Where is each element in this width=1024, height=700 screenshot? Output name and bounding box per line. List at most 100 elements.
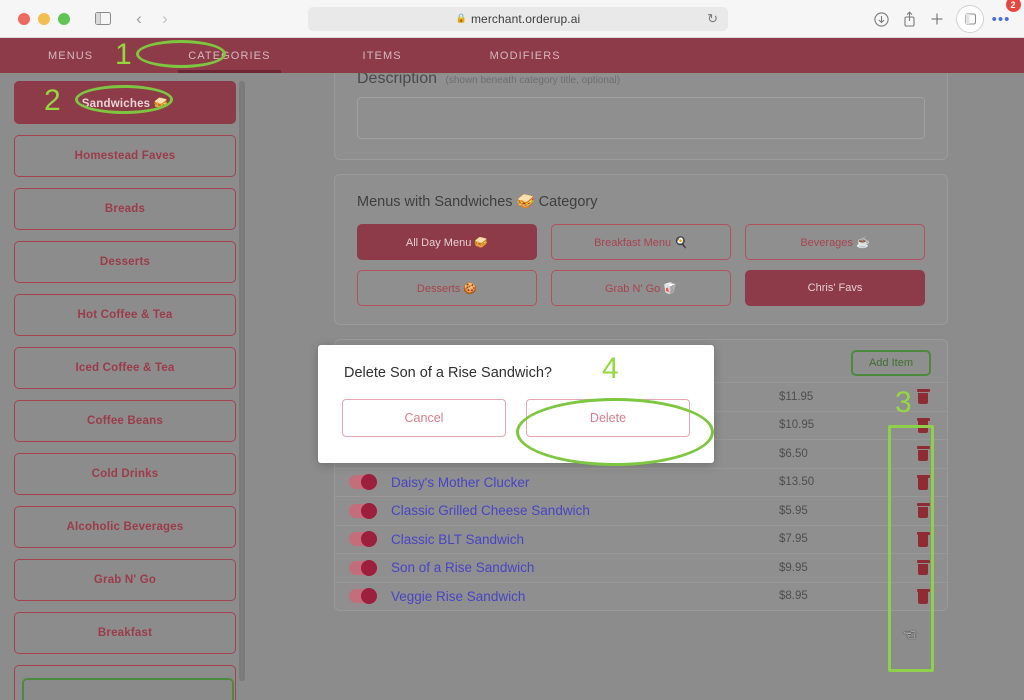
item-delete-cell[interactable] [899, 446, 947, 462]
dialog-title: Delete Son of a Rise Sandwich? [344, 365, 552, 381]
menu-toggle-desserts[interactable]: Desserts 🍪 [357, 270, 537, 306]
app-navigation-bar: MENUS CATEGORIES ITEMS MODIFIERS [0, 38, 1024, 73]
category-sidebar: Sandwiches 🥪 Homestead Faves Breads Dess… [0, 73, 250, 700]
item-price: $8.95 [779, 590, 808, 603]
description-card: Description (shown beneath category titl… [334, 73, 948, 160]
menus-card: Menus with Sandwiches 🥪 Category All Day… [334, 174, 948, 325]
sidebar-category-cold-drinks[interactable]: Cold Drinks [14, 453, 236, 495]
item-price: $6.50 [779, 447, 808, 460]
url-text: merchant.orderup.ai [470, 12, 581, 26]
back-arrow-icon[interactable]: ‹ [126, 6, 152, 32]
trash-icon[interactable] [916, 474, 930, 490]
menu-toggle-all-day-menu[interactable]: All Day Menu 🥪 [357, 224, 537, 260]
item-enable-toggle[interactable] [349, 474, 377, 491]
table-row[interactable]: Classic Grilled Cheese Sandwich $5.95 [335, 496, 947, 525]
item-enable-toggle[interactable] [349, 559, 377, 576]
item-price: $10.95 [779, 419, 815, 432]
table-row[interactable]: Classic BLT Sandwich $7.95 [335, 524, 947, 554]
item-delete-cell[interactable] [899, 588, 947, 604]
lock-icon: 🔒 [455, 12, 467, 23]
nav-tab-modifiers[interactable]: MODIFIERS [480, 38, 571, 73]
trash-icon[interactable] [916, 446, 930, 462]
sidebar-category-iced-coffee-tea[interactable]: Iced Coffee & Tea [14, 347, 236, 389]
share-icon[interactable] [896, 6, 922, 32]
sidebar-scrollbar[interactable] [239, 81, 245, 681]
trash-icon[interactable] [916, 588, 930, 604]
trash-icon[interactable] [916, 503, 930, 519]
tab-overview-icon[interactable]: ••• 2 [988, 0, 1021, 32]
address-bar[interactable]: 🔒 merchant.orderup.ai ↻ [308, 7, 728, 31]
browser-right-tools: ••• 2 [868, 0, 1021, 38]
sidebar-category-desserts[interactable]: Desserts [14, 241, 236, 283]
delete-confirmation-dialog: Delete Son of a Rise Sandwich? Cancel De… [318, 345, 714, 463]
sidebar-category-grab-n-go[interactable]: Grab N' Go [14, 559, 236, 601]
item-enable-toggle[interactable] [349, 588, 377, 605]
sidebar-category-breakfast[interactable]: Breakfast [14, 612, 236, 654]
sidebar-category-sandwiches[interactable]: Sandwiches 🥪 [14, 81, 236, 124]
item-delete-cell[interactable] [899, 560, 947, 576]
item-name[interactable]: Classic BLT Sandwich [391, 532, 779, 547]
minimize-window-button[interactable] [38, 12, 50, 25]
menus-grid: All Day Menu 🥪 Breakfast Menu 🍳 Beverage… [357, 224, 925, 306]
item-delete-cell[interactable] [899, 389, 947, 405]
item-enable-toggle[interactable] [349, 531, 377, 548]
profile-icon[interactable] [956, 5, 984, 33]
sidebar-category-alcoholic-beverages[interactable]: Alcoholic Beverages [14, 506, 236, 548]
item-price: $11.95 [779, 390, 814, 403]
table-row[interactable]: Son of a Rise Sandwich $9.95 [335, 553, 947, 582]
trash-icon[interactable] [916, 417, 930, 433]
menus-card-title: Menus with Sandwiches 🥪 Category [357, 194, 598, 210]
description-label-row: Description (shown beneath category titl… [357, 73, 925, 88]
item-enable-toggle[interactable] [349, 502, 377, 519]
tab-count-badge: 2 [1006, 0, 1021, 12]
trash-icon[interactable] [916, 389, 930, 405]
description-input[interactable] [357, 97, 925, 139]
window-traffic-lights [18, 12, 70, 25]
item-name[interactable]: Son of a Rise Sandwich [391, 560, 779, 575]
item-delete-cell[interactable] [899, 503, 947, 519]
delete-button[interactable]: Delete [526, 399, 690, 437]
menu-toggle-beverages[interactable]: Beverages ☕ [745, 224, 925, 260]
item-price: $9.95 [779, 561, 808, 574]
download-icon[interactable] [868, 6, 894, 32]
add-item-button[interactable]: Add Item [850, 350, 931, 376]
sidebar-toggle-icon[interactable] [90, 6, 116, 32]
menu-toggle-breakfast-menu[interactable]: Breakfast Menu 🍳 [551, 224, 731, 260]
item-price: $7.95 [779, 533, 808, 546]
item-price: $5.95 [779, 504, 808, 517]
close-window-button[interactable] [18, 12, 30, 25]
nav-tab-categories[interactable]: CATEGORIES [178, 38, 281, 73]
item-name[interactable]: Veggie Rise Sandwich [391, 589, 779, 604]
plus-icon[interactable] [924, 6, 950, 32]
sidebar-category-coffee-beans[interactable]: Coffee Beans [14, 400, 236, 442]
table-row[interactable]: Daisy's Mother Clucker $13.50 [335, 467, 947, 497]
maximize-window-button[interactable] [58, 12, 70, 25]
item-name[interactable]: Daisy's Mother Clucker [391, 475, 779, 490]
trash-icon[interactable] [916, 560, 930, 576]
description-hint: (shown beneath category title, optional) [445, 75, 621, 86]
menu-toggle-grab-n-go[interactable]: Grab N' Go 🥡 [551, 270, 731, 306]
table-row[interactable]: Veggie Rise Sandwich $8.95 [335, 581, 947, 611]
item-name[interactable]: Classic Grilled Cheese Sandwich [391, 503, 779, 518]
browser-toolbar: ‹ › 🔒 merchant.orderup.ai ↻ ••• 2 [0, 0, 1024, 38]
item-delete-cell[interactable] [899, 474, 947, 490]
forward-arrow-icon[interactable]: › [152, 6, 178, 32]
menu-toggle-chris-favs[interactable]: Chris' Favs [745, 270, 925, 306]
cancel-button[interactable]: Cancel [342, 399, 506, 437]
mouse-cursor: ☜ [903, 627, 917, 644]
sidebar-category-breads[interactable]: Breads [14, 188, 236, 230]
nav-tab-items[interactable]: ITEMS [353, 38, 412, 73]
navigation-arrows: ‹ › [126, 6, 178, 32]
screenshot-root: ‹ › 🔒 merchant.orderup.ai ↻ ••• 2 MENUS … [0, 0, 1024, 700]
sidebar-bottom-action-button[interactable] [22, 678, 234, 700]
trash-icon[interactable] [916, 531, 930, 547]
reload-icon[interactable]: ↻ [707, 11, 718, 27]
dialog-actions: Cancel Delete [318, 381, 714, 437]
item-delete-cell[interactable] [899, 531, 947, 547]
sidebar-category-homestead-faves[interactable]: Homestead Faves [14, 135, 236, 177]
item-price: $13.50 [779, 476, 815, 489]
sidebar-category-hot-coffee-tea[interactable]: Hot Coffee & Tea [14, 294, 236, 336]
nav-tab-menus[interactable]: MENUS [38, 38, 103, 73]
item-delete-cell[interactable] [899, 417, 947, 433]
description-label: Description [357, 73, 438, 87]
